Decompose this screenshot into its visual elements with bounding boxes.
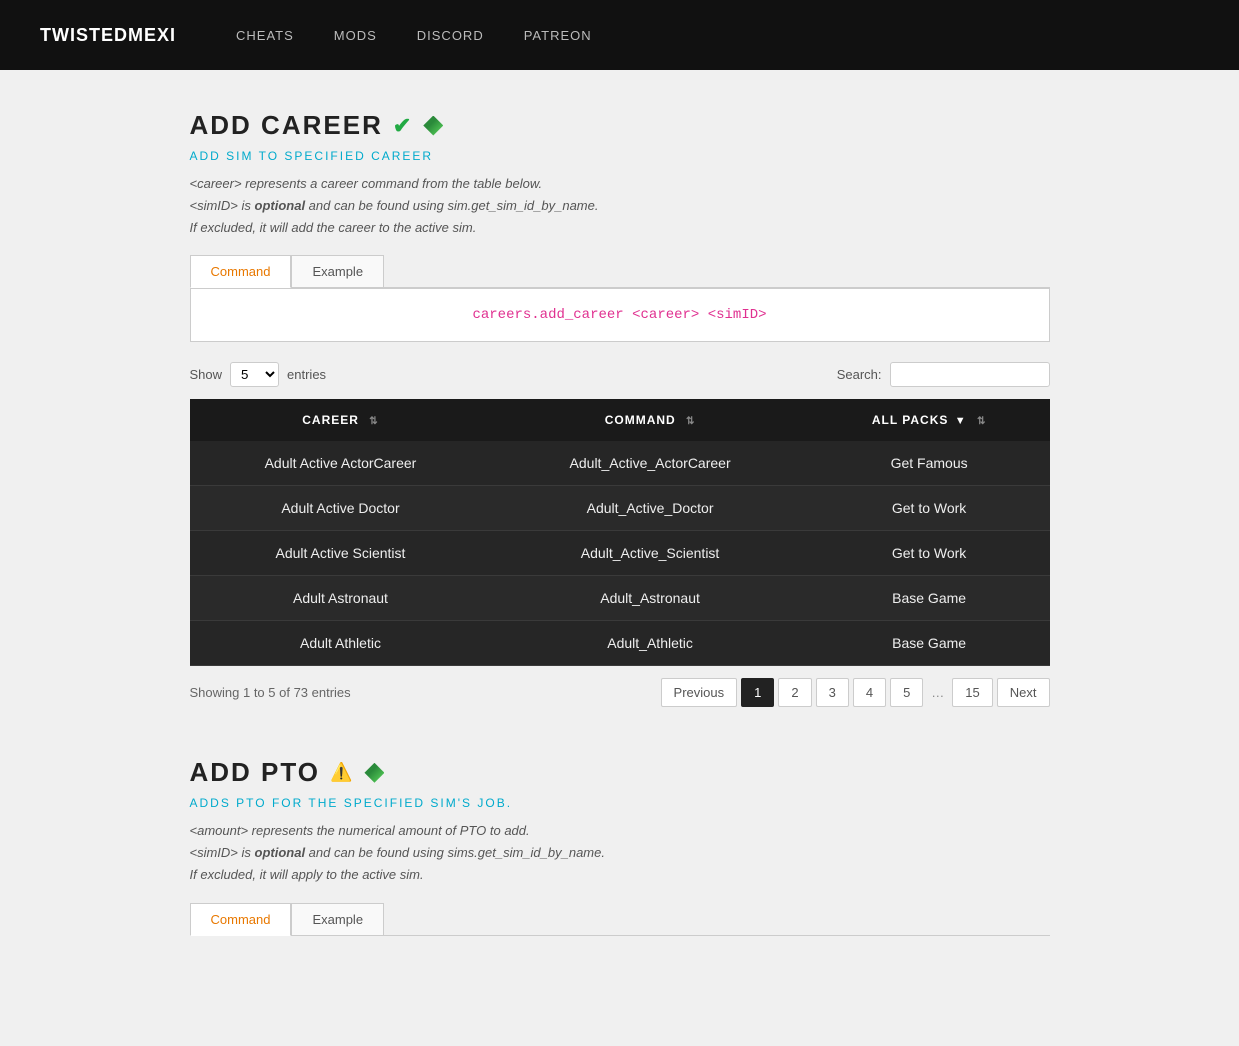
plumbob-icon [423, 116, 443, 136]
career-cell: Adult Athletic [190, 621, 492, 666]
sort-command-icon[interactable]: ⇅ [686, 416, 695, 427]
section-title-add-pto: ADD PTO ⚠️ [190, 757, 1050, 788]
pack-cell: Get Famous [809, 441, 1050, 486]
add-career-subtitle: ADD SIM TO SPECIFIED CAREER [190, 149, 1050, 163]
pagination: Previous 1 2 3 4 5 … 15 Next [661, 678, 1050, 707]
command-cell: Adult_Active_Scientist [491, 531, 808, 576]
add-pto-title: ADD PTO [190, 757, 321, 788]
entries-select[interactable]: 5 10 25 [230, 362, 279, 387]
plumbob-pto-icon [364, 763, 384, 783]
page-2-button[interactable]: 2 [778, 678, 811, 707]
table-row: Adult Athletic Adult_Athletic Base Game [190, 621, 1050, 666]
navbar: TWISTEDMEXI CHEATS MODS DISCORD PATREON [0, 0, 1239, 70]
pto-desc-3: If excluded, it will apply to the active… [190, 867, 424, 882]
career-table-body: Adult Active ActorCareer Adult_Active_Ac… [190, 441, 1050, 666]
add-pto-subtitle: ADDS PTO FOR THE SPECIFIED SIM'S JOB. [190, 796, 1050, 810]
show-label: Show [190, 367, 223, 382]
career-cell: Adult Astronaut [190, 576, 492, 621]
nav-mods[interactable]: MODS [334, 28, 377, 43]
check-icon: ✔ [393, 113, 413, 139]
table-header-row: CAREER ⇅ COMMAND ⇅ ALL PACKS ▼ ⇅ [190, 399, 1050, 441]
entries-label: entries [287, 367, 326, 382]
pto-command-tabs: Command Example [190, 903, 1050, 936]
col-career: CAREER ⇅ [190, 399, 492, 441]
tab-example[interactable]: Example [291, 255, 384, 287]
add-pto-section: ADD PTO ⚠️ ADDS PTO FOR THE SPECIFIED SI… [190, 757, 1050, 935]
command-cell: Adult_Active_ActorCareer [491, 441, 808, 486]
table-row: Adult Astronaut Adult_Astronaut Base Gam… [190, 576, 1050, 621]
page-content: ADD CAREER ✔ ADD SIM TO SPECIFIED CAREER… [170, 70, 1070, 1046]
career-table: CAREER ⇅ COMMAND ⇅ ALL PACKS ▼ ⇅ [190, 399, 1050, 666]
table-row: Adult Active Doctor Adult_Active_Doctor … [190, 486, 1050, 531]
page-15-button[interactable]: 15 [952, 678, 992, 707]
command-text: careers.add_career [472, 307, 632, 323]
nav-patreon[interactable]: PATREON [524, 28, 592, 43]
show-entries-control: Show 5 10 25 entries [190, 362, 327, 387]
pack-cell: Base Game [809, 576, 1050, 621]
nav-discord[interactable]: DISCORD [417, 28, 484, 43]
command-cell: Adult_Active_Doctor [491, 486, 808, 531]
table-row: Adult Active Scientist Adult_Active_Scie… [190, 531, 1050, 576]
page-5-button[interactable]: 5 [890, 678, 923, 707]
next-button[interactable]: Next [997, 678, 1050, 707]
col-command: COMMAND ⇅ [491, 399, 808, 441]
prev-button[interactable]: Previous [661, 678, 738, 707]
search-control: Search: [837, 362, 1050, 387]
pack-cell: Get to Work [809, 486, 1050, 531]
page-4-button[interactable]: 4 [853, 678, 886, 707]
tab-pto-command[interactable]: Command [190, 903, 292, 936]
pack-cell: Get to Work [809, 531, 1050, 576]
tab-pto-example[interactable]: Example [291, 903, 384, 935]
search-input[interactable] [890, 362, 1050, 387]
sort-career-icon[interactable]: ⇅ [369, 416, 378, 427]
desc-line-3: If excluded, it will add the career to t… [190, 220, 477, 235]
col-packs: ALL PACKS ▼ ⇅ [809, 399, 1050, 441]
add-career-section: ADD CAREER ✔ ADD SIM TO SPECIFIED CAREER… [190, 110, 1050, 707]
showing-text: Showing 1 to 5 of 73 entries [190, 685, 351, 700]
add-pto-description: <amount> represents the numerical amount… [190, 820, 1050, 886]
nav-cheats[interactable]: CHEATS [236, 28, 294, 43]
tab-command[interactable]: Command [190, 255, 292, 288]
packs-dropdown-arrow[interactable]: ▼ [955, 415, 967, 427]
search-label: Search: [837, 367, 882, 382]
table-row: Adult Active ActorCareer Adult_Active_Ac… [190, 441, 1050, 486]
brand-logo: TWISTEDMEXI [40, 25, 176, 46]
pack-cell: Base Game [809, 621, 1050, 666]
command-tabs: Command Example [190, 255, 1050, 288]
section-title-add-career: ADD CAREER ✔ [190, 110, 1050, 141]
table-controls: Show 5 10 25 entries Search: [190, 362, 1050, 387]
warning-icon: ⚠️ [330, 762, 354, 783]
add-career-title: ADD CAREER [190, 110, 383, 141]
desc-line-2: <simID> is optional and can be found usi… [190, 198, 599, 213]
nav-links: CHEATS MODS DISCORD PATREON [236, 28, 592, 43]
page-ellipsis: … [927, 679, 948, 706]
page-3-button[interactable]: 3 [816, 678, 849, 707]
pto-desc-2: <simID> is optional and can be found usi… [190, 845, 605, 860]
command-cell: Adult_Astronaut [491, 576, 808, 621]
command-cell: Adult_Athletic [491, 621, 808, 666]
desc-line-1: <career> represents a career command fro… [190, 176, 543, 191]
pagination-row: Showing 1 to 5 of 73 entries Previous 1 … [190, 678, 1050, 707]
page-1-button[interactable]: 1 [741, 678, 774, 707]
pto-desc-1: <amount> represents the numerical amount… [190, 823, 530, 838]
career-cell: Adult Active Scientist [190, 531, 492, 576]
add-career-description: <career> represents a career command fro… [190, 173, 1050, 239]
sort-packs-icon[interactable]: ⇅ [977, 416, 986, 427]
command-code-box: careers.add_career <career> <simID> [190, 288, 1050, 342]
career-cell: Adult Active Doctor [190, 486, 492, 531]
career-cell: Adult Active ActorCareer [190, 441, 492, 486]
